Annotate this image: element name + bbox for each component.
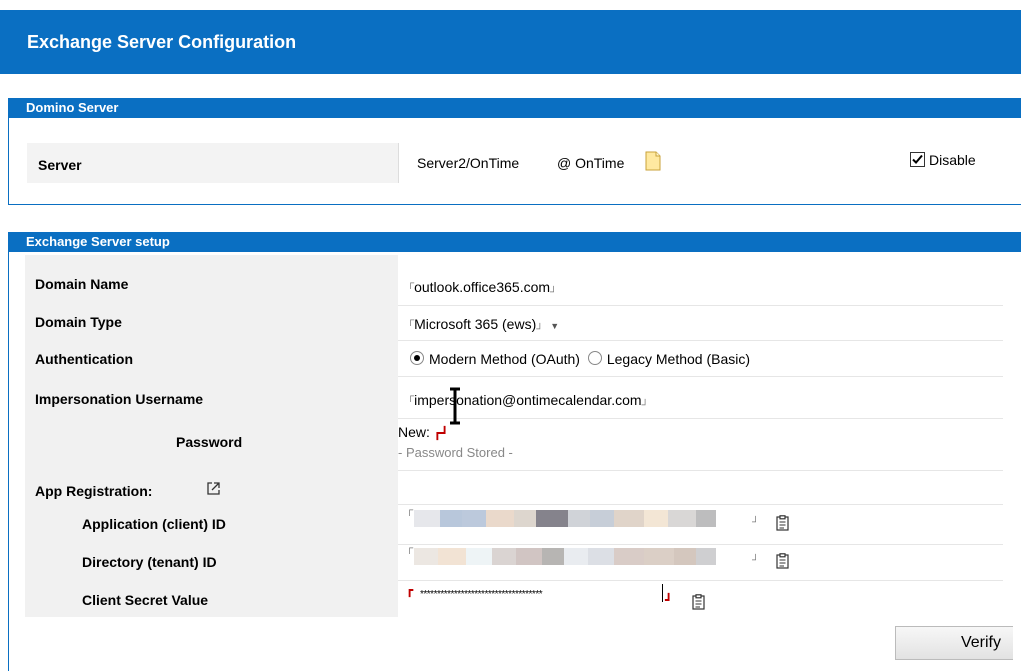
field-end-marker: ┘ bbox=[752, 517, 760, 528]
impersonation-username-label: Impersonation Username bbox=[35, 391, 204, 407]
auth-legacy-label: Legacy Method (Basic) bbox=[606, 351, 751, 367]
dropdown-arrow-icon[interactable]: ▼ bbox=[550, 321, 559, 331]
password-new-label: New: bbox=[398, 424, 430, 440]
external-link-icon[interactable] bbox=[206, 481, 221, 496]
domain-type-label: Domain Type bbox=[35, 314, 122, 330]
clipboard-icon[interactable] bbox=[776, 553, 789, 569]
disable-label: Disable bbox=[929, 152, 976, 168]
field-end-marker: ┘ bbox=[641, 400, 649, 411]
server-value-cell: Server2/OnTime @ OnTime Disable bbox=[398, 143, 1004, 183]
field-end-marker: ┘ bbox=[752, 555, 760, 566]
auth-modern-option[interactable]: Modern Method (OAuth) bbox=[410, 351, 580, 367]
row-divider bbox=[398, 376, 1003, 377]
clipboard-icon[interactable] bbox=[692, 594, 705, 610]
field-end-marker: ┘ bbox=[550, 287, 558, 298]
password-new-field[interactable]: New: ┏┛ bbox=[398, 424, 448, 440]
row-divider bbox=[398, 340, 1003, 341]
domain-type-value: Microsoft 365 (ews) bbox=[414, 316, 537, 332]
page-header: Exchange Server Configuration bbox=[0, 10, 1021, 74]
client-secret-label: Client Secret Value bbox=[82, 592, 209, 608]
field-start-marker: ┌ bbox=[406, 543, 414, 554]
row-divider bbox=[398, 305, 1003, 306]
domain-name-value: outlook.office365.com bbox=[414, 279, 551, 295]
tenant-id-label: Directory (tenant) ID bbox=[82, 554, 217, 570]
field-end-marker: ┛ bbox=[665, 593, 673, 607]
field-start-marker: ┏ bbox=[406, 583, 414, 597]
password-stored-text: - Password Stored - bbox=[398, 445, 513, 460]
client-secret-field[interactable]: ************************************ bbox=[420, 589, 543, 600]
exchange-setup-heading: Exchange Server setup bbox=[9, 232, 1021, 252]
text-cursor-icon bbox=[450, 387, 460, 425]
domain-name-label: Domain Name bbox=[35, 276, 129, 292]
app-registration-label: App Registration: bbox=[35, 483, 153, 499]
document-icon[interactable] bbox=[645, 151, 661, 171]
field-start-marker: ┌ bbox=[406, 505, 414, 516]
tenant-id-field[interactable] bbox=[414, 548, 716, 565]
server-row: Server Server2/OnTime @ OnTime Disable bbox=[27, 143, 1004, 183]
radio-unselected-icon[interactable] bbox=[587, 351, 602, 365]
impersonation-username-field[interactable]: ┌impersonation@ontimecalendar.com┘ bbox=[407, 391, 649, 411]
auth-modern-label: Modern Method (OAuth) bbox=[429, 351, 580, 367]
row-divider bbox=[398, 504, 1003, 505]
domino-server-heading: Domino Server bbox=[9, 98, 1021, 118]
auth-legacy-option[interactable]: Legacy Method (Basic) bbox=[587, 351, 751, 367]
row-divider bbox=[398, 580, 1003, 581]
client-id-field[interactable] bbox=[414, 510, 716, 527]
row-divider bbox=[398, 544, 1003, 545]
page-title: Exchange Server Configuration bbox=[27, 32, 297, 52]
server-at: @ OnTime bbox=[557, 155, 625, 171]
disable-checkbox[interactable]: Disable bbox=[910, 152, 976, 168]
domain-type-select[interactable]: ┌Microsoft 365 (ews)┘ ▼ bbox=[407, 315, 559, 335]
domain-name-field[interactable]: ┌outlook.office365.com┘ bbox=[407, 278, 557, 298]
server-name: Server2/OnTime bbox=[417, 155, 520, 171]
domino-server-section: Domino Server Server Server2/OnTime @ On… bbox=[8, 98, 1021, 205]
password-input-marker[interactable]: ┏┛ bbox=[434, 426, 448, 440]
verify-button[interactable]: Verify bbox=[895, 626, 1013, 660]
row-divider bbox=[398, 470, 1003, 471]
client-id-label: Application (client) ID bbox=[82, 516, 226, 532]
checkbox-checked-icon[interactable] bbox=[910, 152, 925, 167]
text-caret bbox=[662, 584, 663, 602]
radio-selected-icon[interactable] bbox=[410, 351, 424, 365]
authentication-options: Modern Method (OAuth) Legacy Method (Bas… bbox=[410, 351, 750, 367]
row-divider bbox=[398, 418, 1003, 419]
field-end-marker: ┘ bbox=[536, 324, 544, 335]
authentication-label: Authentication bbox=[35, 351, 133, 367]
server-label: Server bbox=[38, 157, 82, 173]
password-label: Password bbox=[176, 434, 243, 450]
clipboard-icon[interactable] bbox=[776, 515, 789, 531]
